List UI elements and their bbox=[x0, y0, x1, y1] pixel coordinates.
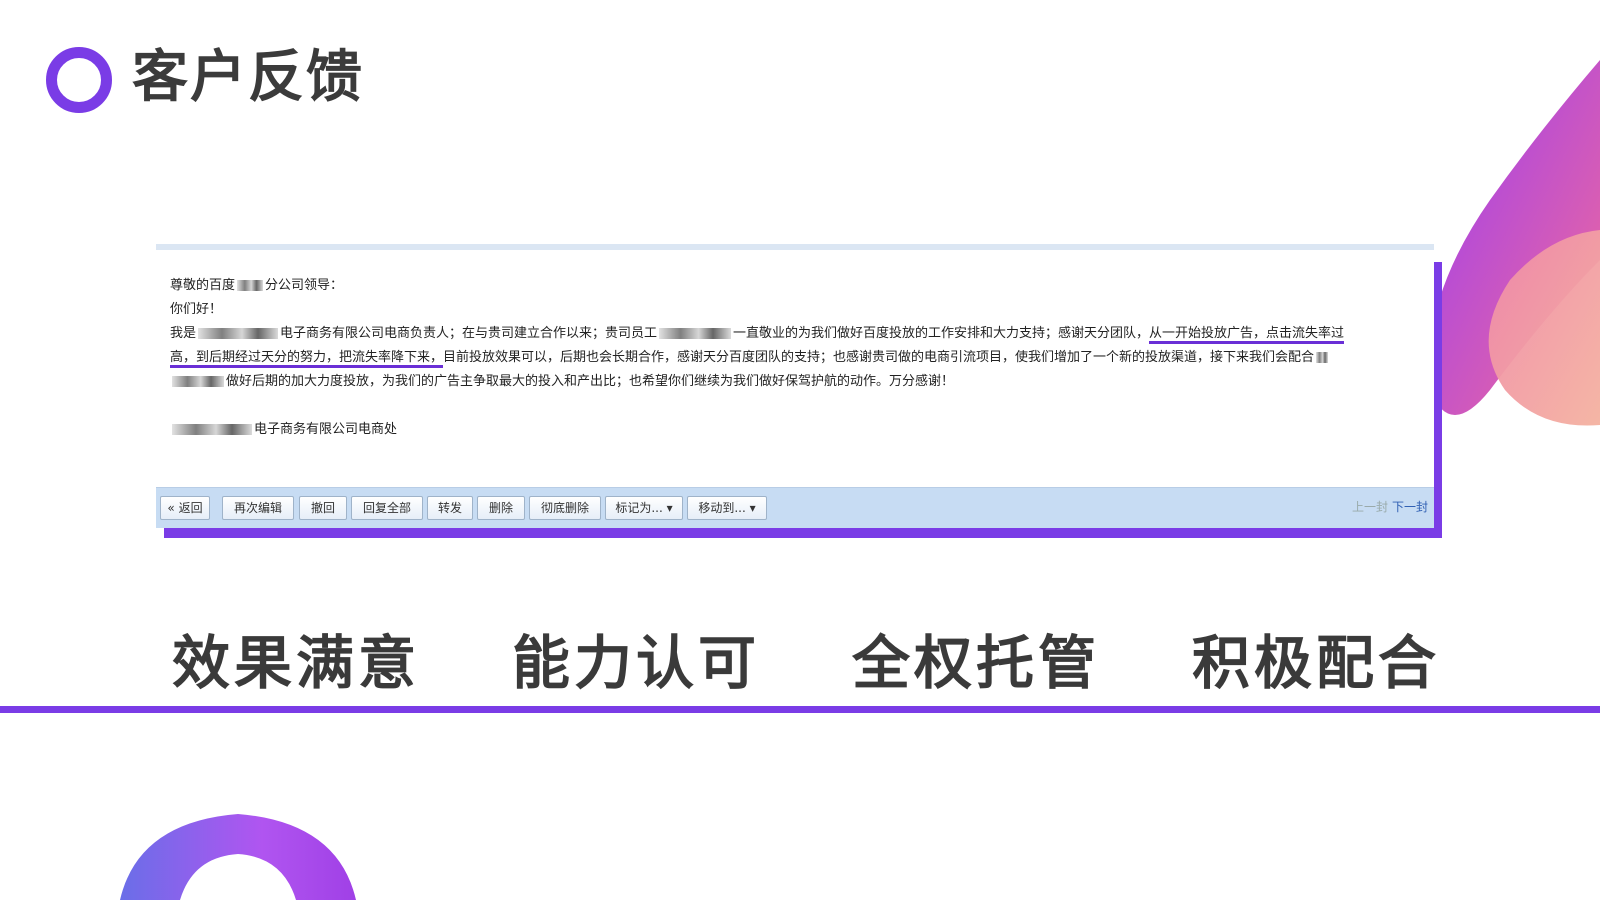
email-greeting-line: 尊敬的百度 分公司领导： bbox=[170, 274, 1420, 298]
redacted-text bbox=[1316, 352, 1329, 363]
email-text: 一直敬业的为我们做好百度投放的工作安排和大力支持；感谢天分团队， bbox=[733, 326, 1150, 341]
feature-full-management: 全权托管 bbox=[852, 629, 1101, 697]
redacted-text bbox=[198, 328, 279, 339]
decorative-gradient-shape bbox=[1430, 60, 1600, 426]
email-text: 电子商务有限公司电商负责人；在与贵司建立合作以来；贵司员工 bbox=[280, 326, 658, 341]
forward-button[interactable]: 转发 bbox=[427, 496, 473, 520]
delete-button[interactable]: 删除 bbox=[477, 496, 525, 520]
email-body: 尊敬的百度 分公司领导： 你们好！ 我是 电子商务有限公司电商负责人；在与贵司建立合… bbox=[156, 250, 1434, 442]
email-line-3: 做好后期的加大力度投放，为我们的广告主争取最大的投入和产出比；也希望你们继续为我… bbox=[170, 370, 1420, 394]
highlighted-text: 高，到后期经过天分的努力，把流失率降下来， bbox=[170, 350, 444, 368]
redacted-text bbox=[659, 328, 732, 339]
email-screenshot: 尊敬的百度 分公司领导： 你们好！ 我是 电子商务有限公司电商负责人；在与贵司建立合… bbox=[156, 244, 1434, 528]
highlighted-text: 从一开始投放广告，点击流失率过 bbox=[1149, 326, 1345, 344]
email-line-2: 高，到后期经过天分的努力，把流失率降下来，目前投放效果可以，后期也会长期合作，感… bbox=[170, 346, 1420, 370]
email-greeting: 尊敬的百度 bbox=[170, 278, 236, 293]
divider-line bbox=[0, 706, 1600, 713]
email-salutation: 你们好！ bbox=[170, 302, 223, 317]
decorative-arc-shape bbox=[120, 814, 356, 900]
redacted-text bbox=[172, 424, 252, 435]
prev-message-link[interactable]: 上一封 bbox=[1352, 500, 1388, 514]
reply-all-button[interactable]: 回复全部 bbox=[351, 496, 423, 520]
edit-again-button[interactable]: 再次编辑 bbox=[222, 496, 294, 520]
message-navigation: 上一封 下一封 bbox=[1352, 498, 1428, 515]
mark-as-dropdown[interactable]: 标记为... ▾ bbox=[605, 496, 683, 520]
email-text: 目前投放效果可以，后期也会长期合作，感谢天分百度团队的支持；也感谢贵司做的电商引… bbox=[443, 350, 1315, 365]
feature-satisfied: 效果满意 bbox=[172, 629, 421, 697]
redacted-text bbox=[237, 280, 264, 291]
recall-button[interactable]: 撤回 bbox=[299, 496, 347, 520]
email-toolbar: « 返回 再次编辑 撤回 回复全部 转发 删除 彻底删除 标记为... ▾ 移动… bbox=[156, 487, 1434, 528]
email-text: 做好后期的加大力度投放，为我们的广告主争取最大的投入和产出比；也希望你们继续为我… bbox=[226, 374, 955, 389]
back-button[interactable]: « 返回 bbox=[160, 496, 210, 520]
delete-permanent-button[interactable]: 彻底删除 bbox=[529, 496, 601, 520]
email-greeting-suffix: 分公司领导： bbox=[265, 278, 344, 293]
feature-list: 效果满意 能力认可 全权托管 积极配合 bbox=[0, 630, 1600, 710]
next-message-link[interactable]: 下一封 bbox=[1392, 500, 1428, 514]
page-title: 客户反馈 bbox=[132, 44, 364, 110]
feature-cooperation: 积极配合 bbox=[1192, 629, 1441, 697]
move-to-dropdown[interactable]: 移动到... ▾ bbox=[687, 496, 767, 520]
email-text: 我是 bbox=[170, 326, 197, 341]
email-signature-text: 电子商务有限公司电商处 bbox=[254, 422, 398, 437]
email-line-1: 我是 电子商务有限公司电商负责人；在与贵司建立合作以来；贵司员工 一直敬业的为我们做… bbox=[170, 322, 1420, 346]
email-signature: 电子商务有限公司电商处 bbox=[170, 418, 1420, 442]
title-ring-icon bbox=[46, 47, 112, 113]
redacted-text bbox=[172, 376, 224, 387]
feature-capability: 能力认可 bbox=[512, 629, 761, 697]
